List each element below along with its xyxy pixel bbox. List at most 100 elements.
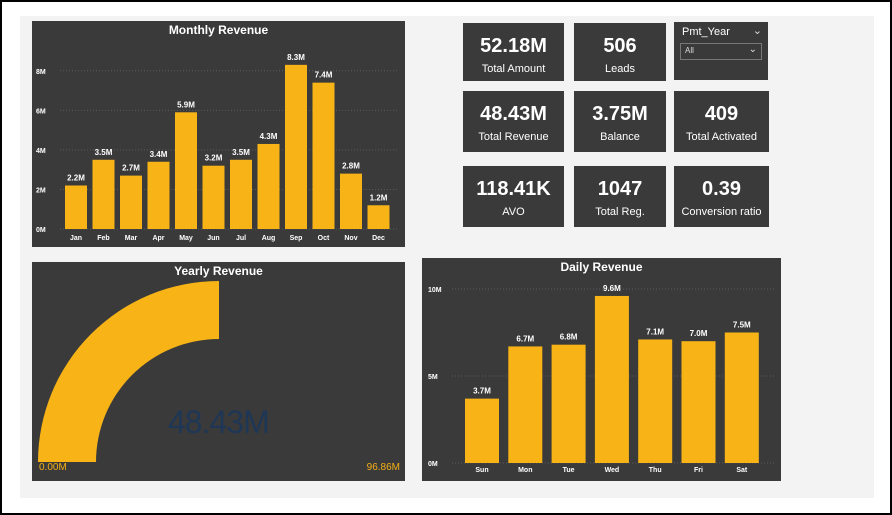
kpi-total-activated[interactable]: 409 Total Activated [674,91,769,152]
bar[interactable] [65,185,87,229]
kpi-total-activated-label: Total Activated [686,131,757,143]
x-tick-label: Sep [290,235,303,242]
data-label: 2.2M [67,173,85,182]
kpi-leads[interactable]: 506 Leads [574,23,666,81]
bar[interactable] [312,82,335,229]
data-label: 3.7M [473,387,491,396]
pmt-year-slicer[interactable]: Pmt_Year ⌄ All ⌄ [674,22,768,80]
x-tick-label: May [179,235,193,242]
x-tick-label: Jan [70,235,82,242]
x-tick-label: Mon [518,467,532,474]
x-tick-label: Wed [605,467,620,474]
monthly-revenue-plot: 0M 2M 4M 6M 8M 2.2M Jan 3.5M Feb 2.7M Mar 3.4M Apr 5.… [36,53,398,242]
kpi-total-amount-value: 52.18M [480,35,547,57]
gauge-plot [38,281,219,462]
data-label: 6.7M [516,334,534,343]
y-tick-label: 0M [428,461,438,468]
x-tick-label: Jul [236,235,246,242]
y-tick-label: 0M [36,227,46,234]
bar[interactable] [340,173,362,229]
data-label: 2.8M [342,162,360,171]
data-label: 3.4M [150,150,168,159]
kpi-total-reg[interactable]: 1047 Total Reg. [574,166,666,227]
dropdown-chevron-icon: ⌄ [748,44,757,55]
bar[interactable] [285,64,307,229]
monthly-revenue-chart[interactable]: Monthly Revenue 0M 2M 4M 6M 8M 2.2M Jan 3.5M Feb… [32,21,405,247]
data-label: 3.5M [232,148,250,157]
kpi-balance-label: Balance [600,131,640,143]
y-tick-label: 5M [428,374,438,381]
data-label: 8.3M [287,53,305,62]
kpi-leads-label: Leads [605,63,635,75]
kpi-conversion-ratio-value: 0.39 [702,178,741,200]
x-tick-label: Apr [152,235,164,242]
slicer-title: Pmt_Year [682,26,730,38]
bar[interactable] [120,175,142,229]
y-tick-label: 4M [36,148,46,155]
kpi-conversion-ratio-label: Conversion ratio [681,206,762,218]
bar[interactable] [175,112,197,229]
kpi-total-amount-label: Total Amount [481,63,546,75]
kpi-balance-value: 3.75M [592,103,648,125]
x-tick-label: Nov [344,235,357,242]
kpi-balance[interactable]: 3.75M Balance [574,91,666,152]
bar[interactable] [202,165,225,229]
daily-revenue-chart[interactable]: Daily Revenue 0M 5M 10M 3.7M Sun 6.7M Mon 6.8M T… [422,258,781,481]
kpi-total-amount[interactable]: 52.18M Total Amount [463,23,564,81]
x-tick-label: Sun [475,467,488,474]
data-label: 7.1M [646,327,664,336]
data-label: 6.8M [560,333,578,342]
data-label: 7.4M [315,71,333,80]
bar[interactable] [367,205,390,229]
x-tick-label: Sat [736,467,748,474]
slicer-dropdown[interactable]: All ⌄ [680,43,762,60]
chevron-down-icon[interactable]: ⌄ [753,24,762,37]
slicer-selected-value: All [685,46,694,55]
y-tick-label: 6M [36,108,46,115]
kpi-total-reg-label: Total Reg. [595,206,645,218]
data-label: 1.2M [370,193,388,202]
gauge-value-label: 48.43M [168,404,270,440]
x-tick-label: Mar [125,235,138,242]
x-tick-label: Tue [563,467,575,474]
y-tick-label: 2M [36,187,46,194]
data-label: 3.2M [205,154,223,163]
bar[interactable] [594,295,629,463]
kpi-total-reg-value: 1047 [597,178,643,200]
x-tick-label: Aug [262,235,276,242]
data-label: 7.0M [690,329,708,338]
kpi-leads-value: 506 [603,35,637,57]
x-tick-label: Fri [694,467,703,474]
y-tick-label: 8M [36,69,46,76]
x-tick-label: Dec [372,235,385,242]
bar[interactable] [465,398,499,463]
daily-revenue-plot: 0M 5M 10M 3.7M Sun 6.7M Mon 6.8M Tue 9.6M Wed 7.1M T… [428,284,774,474]
x-tick-label: Feb [97,235,109,242]
kpi-avo[interactable]: 118.41K AVO [463,166,564,227]
bar[interactable] [681,341,716,463]
x-tick-label: Oct [318,235,330,242]
x-tick-label: Thu [649,467,662,474]
x-tick-label: Jun [207,235,219,242]
kpi-conversion-ratio[interactable]: 0.39 Conversion ratio [674,166,769,227]
kpi-total-revenue[interactable]: 48.43M Total Revenue [463,91,564,152]
gauge-min-label: 0.00M [39,462,67,473]
data-label: 3.5M [95,148,113,157]
bar[interactable] [147,161,170,229]
bar[interactable] [508,346,543,463]
bar[interactable] [257,143,280,229]
y-tick-label: 10M [428,287,442,294]
data-label: 2.7M [122,164,140,173]
kpi-avo-label: AVO [502,206,525,218]
bar[interactable] [551,344,586,463]
bar[interactable] [92,159,115,229]
data-label: 9.6M [603,284,621,293]
bar[interactable] [724,332,759,464]
bar[interactable] [230,159,252,229]
data-label: 5.9M [177,100,195,109]
kpi-total-revenue-value: 48.43M [480,103,547,125]
yearly-revenue-gauge[interactable]: Yearly Revenue 48.43M 0.00M 96.86M [32,262,405,481]
bar[interactable] [638,339,673,463]
gauge-max-label: 96.86M [366,462,400,473]
kpi-avo-value: 118.41K [476,178,551,200]
